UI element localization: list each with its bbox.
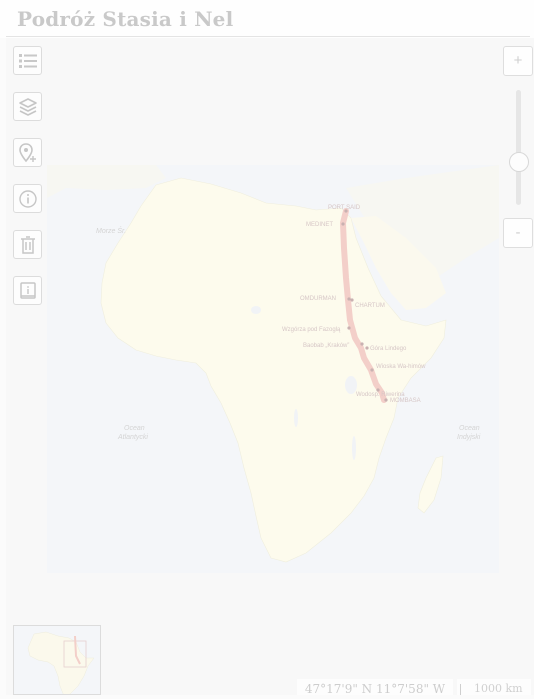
scale-line: 1000 km bbox=[457, 679, 531, 695]
header: Podróż Stasia i Nel bbox=[0, 0, 534, 38]
layers-icon bbox=[19, 98, 37, 116]
label-omdurman: OMDURMAN bbox=[300, 296, 336, 302]
lake-malawi bbox=[352, 436, 356, 460]
book-icon bbox=[20, 282, 36, 299]
list-icon bbox=[19, 54, 37, 68]
map-canvas[interactable]: PORT SAID MEDINET OMDURMAN CHARTUM Wzgór… bbox=[6, 38, 534, 695]
map-svg[interactable]: PORT SAID MEDINET OMDURMAN CHARTUM Wzgór… bbox=[6, 38, 534, 695]
add-marker-icon bbox=[19, 143, 36, 163]
lake-tanganyika bbox=[294, 409, 298, 427]
label-mombasa: MOMBASA bbox=[390, 398, 421, 404]
marker-baobab bbox=[360, 342, 364, 346]
label-ocean-indian-2: Indyjski bbox=[457, 434, 481, 441]
label-port-said: PORT SAID bbox=[328, 205, 361, 211]
label-chartum: CHARTUM bbox=[355, 303, 385, 309]
zoom-slider-handle[interactable] bbox=[509, 152, 529, 172]
scale-bar bbox=[460, 684, 461, 695]
zoom-out-button[interactable]: - bbox=[503, 218, 533, 248]
scale-label: 1000 km bbox=[474, 682, 523, 695]
zoom-in-button[interactable]: + bbox=[503, 46, 533, 76]
marker-wioska bbox=[370, 368, 374, 372]
mouse-coordinates: 47°17'9" N 11°7'58" W bbox=[297, 679, 453, 696]
layers-button[interactable] bbox=[13, 92, 42, 121]
legend-list-button[interactable] bbox=[13, 46, 42, 75]
label-wioska: Wioska Wa-himów bbox=[376, 364, 426, 370]
label-ocean-indian: Ocean bbox=[459, 425, 480, 432]
marker-chartum bbox=[350, 298, 354, 302]
marker-mombasa bbox=[384, 398, 388, 402]
info-icon bbox=[19, 190, 37, 208]
add-marker-button[interactable] bbox=[13, 138, 42, 167]
marker-medinet bbox=[341, 222, 345, 226]
label-gora: Góra Lindego bbox=[370, 346, 407, 352]
zoom-slider-track[interactable] bbox=[516, 90, 521, 205]
info-button[interactable] bbox=[13, 184, 42, 213]
label-medinet: MEDINET bbox=[306, 222, 333, 228]
delete-button[interactable] bbox=[13, 230, 42, 259]
overview-minimap[interactable] bbox=[13, 625, 101, 695]
label-sea: Morze Śr. bbox=[96, 226, 126, 235]
label-ocean-atlantic-2: Atlantycki bbox=[117, 434, 148, 441]
minimap-svg bbox=[14, 626, 100, 694]
label-baobab: Baobab „Kraków” bbox=[303, 343, 349, 349]
label-wzgorza: Wzgórza pod Fazoglą bbox=[282, 327, 341, 333]
marker-gora bbox=[365, 346, 369, 350]
page-title: Podróż Stasia i Nel bbox=[17, 7, 234, 31]
label-ocean-atlantic: Ocean bbox=[124, 425, 145, 432]
header-divider bbox=[6, 36, 530, 37]
marker-wzgorza bbox=[347, 326, 351, 330]
book-button[interactable] bbox=[13, 276, 42, 305]
lake-chad bbox=[251, 306, 261, 314]
trash-icon bbox=[21, 236, 35, 254]
marker-omdurman bbox=[347, 297, 351, 301]
